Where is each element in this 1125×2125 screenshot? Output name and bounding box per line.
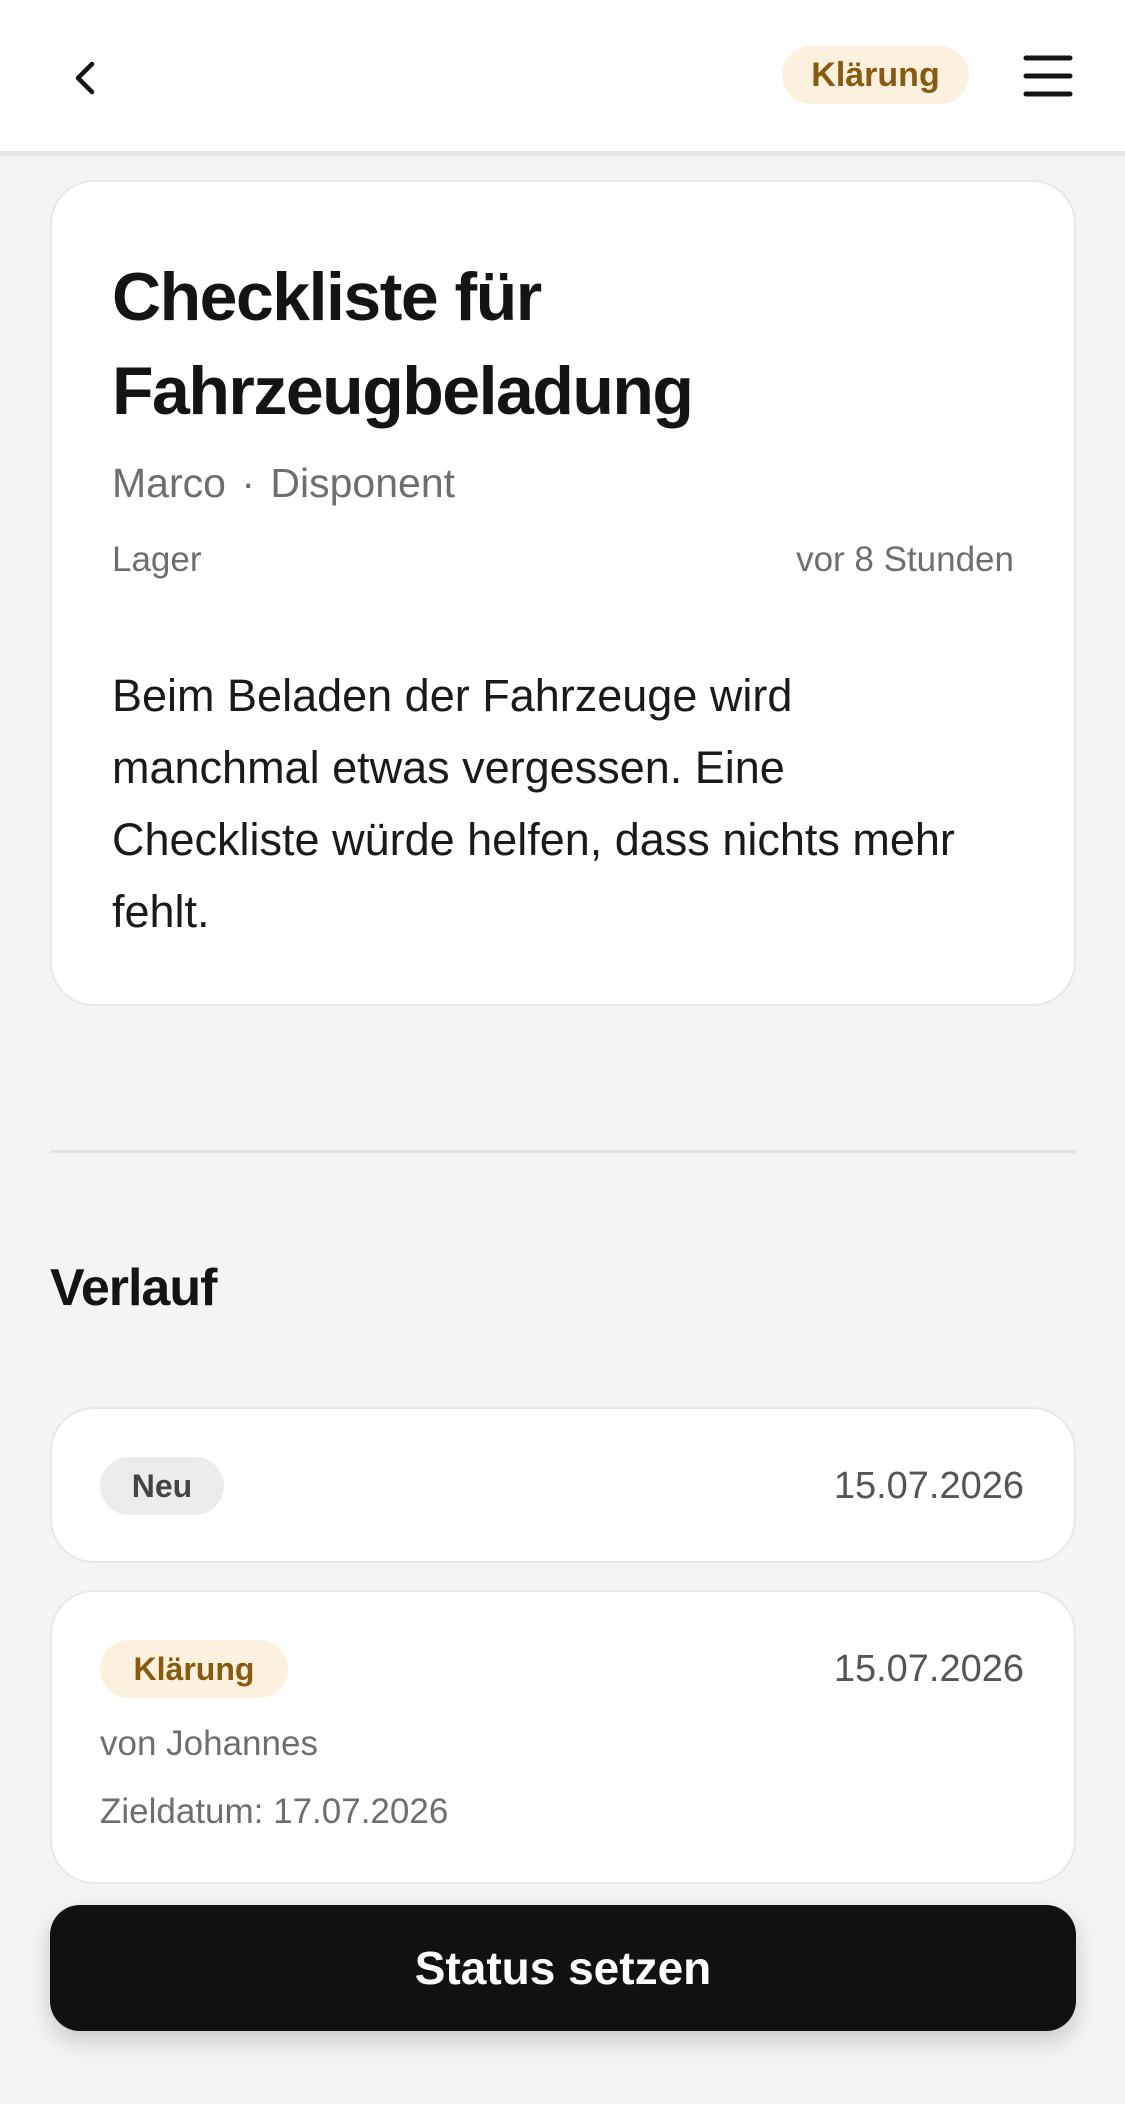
status-badge-clarify: Klärung: [100, 1640, 288, 1698]
history-entry: Klärung 15.07.2026 von Johannes Zieldatu…: [50, 1590, 1076, 1884]
department-label: Lager: [112, 540, 202, 579]
idea-description: Beim Beladen der Fahrzeuge wird manchmal…: [112, 670, 955, 937]
history-changed-by: von Johannes: [100, 1724, 318, 1763]
author-line: Marco · Disponent: [112, 460, 455, 507]
section-divider: [50, 1150, 1076, 1153]
back-button[interactable]: [48, 40, 124, 116]
author-name: Marco: [112, 460, 226, 506]
idea-title: Checkliste für Fahrzeugbeladung: [112, 259, 694, 429]
chevron-left-icon: [75, 61, 95, 95]
bottom-safe-area: [0, 2104, 1125, 2125]
status-badge: Klärung: [782, 46, 969, 104]
history-heading: Verlauf: [50, 1259, 217, 1317]
timestamp: vor 8 Stunden: [796, 540, 1014, 579]
history-due-date: Zieldatum: 17.07.2026: [100, 1792, 449, 1831]
set-status-button[interactable]: Status setzen: [50, 1905, 1076, 2031]
status-badge-new: Neu: [100, 1457, 224, 1515]
top-bar: Klärung: [0, 0, 1125, 156]
separator-dot: ·: [241, 460, 255, 506]
author-role: Disponent: [270, 460, 456, 506]
history-entry: Neu 15.07.2026: [50, 1407, 1076, 1563]
history-date: 15.07.2026: [833, 1648, 1024, 1690]
menu-button[interactable]: [1016, 44, 1080, 108]
hamburger-menu-icon: [1023, 55, 1073, 97]
history-date: 15.07.2026: [833, 1465, 1024, 1507]
idea-card: Checkliste für Fahrzeugbeladung Marco · …: [50, 180, 1076, 1006]
